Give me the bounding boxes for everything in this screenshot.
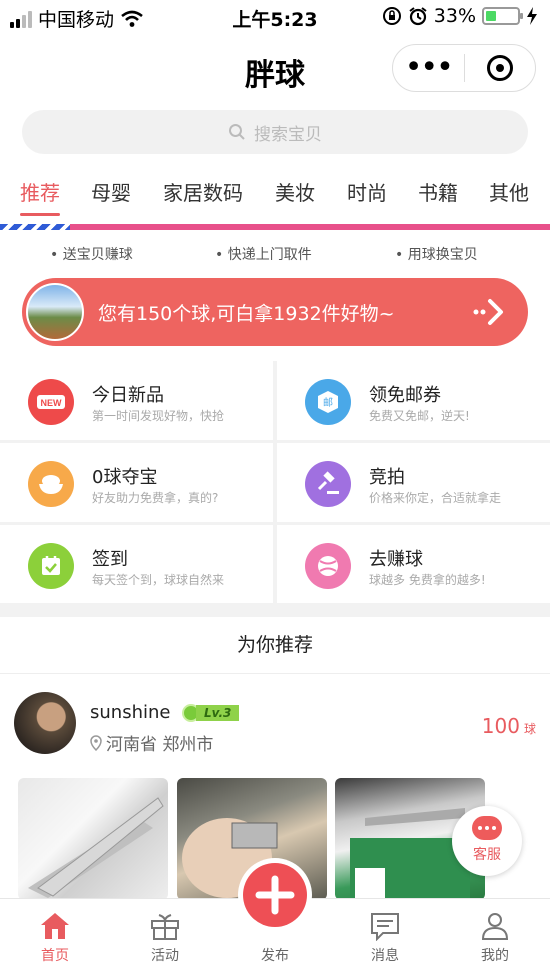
- category-tabs: 推荐 母婴 家居数码 美妆 时尚 书籍 其他: [0, 165, 550, 219]
- tabbar-profile[interactable]: 我的: [440, 907, 550, 965]
- feature-subtitle: 免费又免邮，逆天!: [369, 409, 470, 423]
- tabbar-label: 发布: [261, 948, 289, 964]
- bullet-item: • 送宝贝赚球: [50, 247, 133, 263]
- search-icon: [229, 124, 245, 140]
- home-icon: [0, 907, 110, 941]
- tabbar-label: 活动: [151, 948, 179, 964]
- feature-subtitle: 每天签个到，球球自然来: [92, 573, 225, 587]
- feature-title: 去赚球: [369, 549, 423, 570]
- user-location: 河南省 郑州市: [90, 730, 213, 755]
- status-bar: 中国移动 上午5:23 33%: [0, 0, 550, 36]
- tabbar-label: 我的: [481, 948, 509, 964]
- alarm-icon: [409, 7, 427, 26]
- level-badge: Lv.3: [182, 704, 240, 722]
- feature-check-in[interactable]: 签到 每天签个到，球球自然来: [0, 525, 273, 604]
- decorative-stripe-pattern: [0, 224, 70, 230]
- tabbar-label: 消息: [371, 948, 399, 964]
- feature-title: 签到: [92, 549, 128, 570]
- tab-fashion[interactable]: 时尚: [347, 177, 387, 206]
- nav-bar: 胖球 •••: [0, 36, 550, 100]
- avatar[interactable]: [14, 692, 76, 754]
- section-gap: [0, 603, 550, 617]
- search-input[interactable]: 搜索宝贝: [22, 110, 528, 154]
- customer-service-label: 客服: [473, 847, 501, 863]
- tab-home-digital[interactable]: 家居数码: [163, 177, 243, 206]
- more-menu-button[interactable]: •••: [393, 53, 464, 83]
- post-photo[interactable]: [18, 778, 168, 900]
- decorative-stripe: [0, 224, 550, 230]
- search-placeholder: 搜索宝贝: [254, 124, 322, 145]
- recommend-section-title: 为你推荐: [0, 617, 550, 674]
- plus-icon: [243, 863, 307, 927]
- coupon-icon: 邮: [305, 379, 351, 425]
- user-name: sunshine: [90, 702, 171, 723]
- feature-title: 竞拍: [369, 467, 405, 488]
- charging-icon: [527, 7, 537, 25]
- feature-new-today[interactable]: NEW 今日新品 第一时间发现好物，快抢: [0, 361, 273, 440]
- bullet-item: • 快递上门取件: [215, 247, 312, 263]
- calendar-check-icon: [28, 543, 74, 589]
- feature-zero-treasure[interactable]: 0球夺宝 好友助力免费拿，真的?: [0, 443, 273, 522]
- tab-beauty[interactable]: 美妆: [275, 177, 315, 206]
- tab-books[interactable]: 书籍: [418, 177, 458, 206]
- close-miniprogram-button[interactable]: [465, 55, 536, 81]
- chat-bubble-icon: [472, 816, 502, 840]
- gift-icon: [110, 907, 220, 941]
- tabbar-messages[interactable]: 消息: [330, 907, 440, 965]
- tabbar-label: 首页: [41, 948, 69, 964]
- feature-subtitle: 好友助力免费拿，真的?: [92, 491, 219, 505]
- feature-title: 领免邮券: [369, 385, 441, 406]
- active-tab-indicator: [20, 213, 60, 216]
- tab-recommend[interactable]: 推荐: [20, 177, 60, 206]
- target-close-icon: [486, 55, 513, 81]
- feature-grid: NEW 今日新品 第一时间发现好物，快抢 邮 领免邮券 免费又免邮，逆天! 0球…: [0, 361, 550, 604]
- tabbar-home[interactable]: 首页: [0, 907, 110, 965]
- status-right: 33%: [382, 5, 538, 27]
- feature-earn-balls[interactable]: 去赚球 球越多 免费拿的越多!: [277, 525, 550, 604]
- auction-gavel-icon: [305, 461, 351, 507]
- battery-icon: [482, 7, 523, 25]
- feature-subtitle: 球越多 免费拿的越多!: [369, 573, 486, 587]
- feature-title: 今日新品: [92, 385, 164, 406]
- feature-auction[interactable]: 竞拍 价格来你定，合适就拿走: [277, 443, 550, 522]
- customer-service-button[interactable]: 客服: [452, 806, 522, 876]
- banner-avatar: [26, 283, 84, 341]
- feature-title: 0球夺宝: [92, 467, 158, 488]
- arrow-right-icon: [468, 290, 512, 334]
- points-value: 100 球: [481, 714, 536, 738]
- location-pin-icon: [90, 734, 102, 751]
- message-icon: [330, 907, 440, 941]
- svg-text:NEW: NEW: [41, 398, 63, 408]
- feature-bullets: • 送宝贝赚球 • 快递上门取件 • 用球换宝贝: [0, 244, 550, 266]
- bullet-item: • 用球换宝贝: [395, 247, 478, 263]
- ball-icon: [305, 543, 351, 589]
- feature-subtitle: 第一时间发现好物，快抢: [92, 409, 225, 423]
- tabbar-activity[interactable]: 活动: [110, 907, 220, 965]
- banner-text: 您有150个球,可白拿1932件好物~: [98, 302, 395, 325]
- user-post-header[interactable]: sunshine Lv.3 河南省 郑州市 100 球: [14, 692, 536, 762]
- level-text: Lv.3: [196, 705, 240, 721]
- miniprogram-capsule: •••: [392, 44, 536, 92]
- publish-button[interactable]: [238, 858, 312, 932]
- new-icon: NEW: [28, 379, 74, 425]
- feature-free-shipping-coupon[interactable]: 邮 领免邮券 免费又免邮，逆天!: [277, 361, 550, 440]
- feature-subtitle: 价格来你定，合适就拿走: [369, 491, 502, 505]
- location-text: 河南省 郑州市: [106, 735, 214, 755]
- tab-baby[interactable]: 母婴: [91, 177, 131, 206]
- points-banner[interactable]: 您有150个球,可白拿1932件好物~: [22, 278, 528, 346]
- tab-other[interactable]: 其他: [489, 177, 529, 206]
- profile-icon: [440, 907, 550, 941]
- treasure-bowl-icon: [28, 461, 74, 507]
- rotation-lock-icon: [382, 7, 401, 25]
- battery-percent: 33%: [433, 5, 476, 27]
- svg-text:邮: 邮: [323, 396, 333, 409]
